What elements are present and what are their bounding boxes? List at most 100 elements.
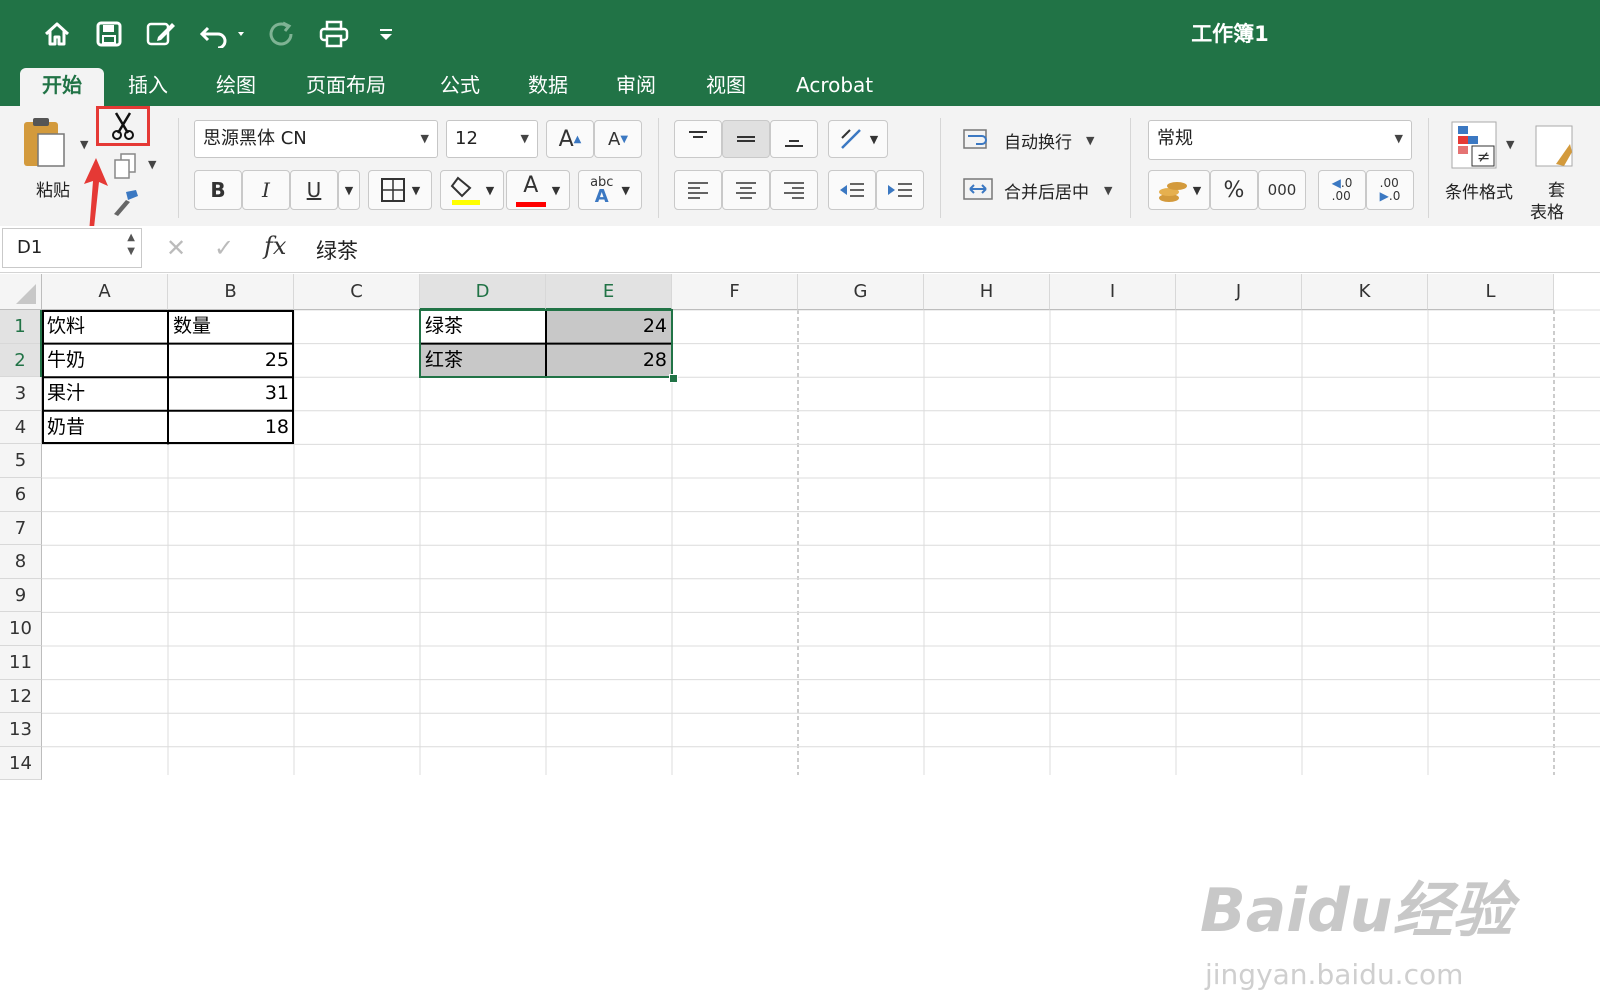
separator — [178, 118, 179, 218]
accounting-format-button[interactable]: ▼ — [1148, 170, 1210, 210]
number-format-select[interactable]: 常规 ▼ — [1148, 120, 1412, 160]
align-top-button[interactable] — [674, 120, 722, 158]
tab-data[interactable]: 数据 — [526, 68, 570, 106]
increase-indent-button[interactable] — [876, 170, 924, 210]
decrease-indent-button[interactable] — [828, 170, 876, 210]
tab-review[interactable]: 审阅 — [614, 68, 658, 106]
wrap-text-dropdown-icon[interactable]: ▼ — [1086, 134, 1094, 147]
wrap-text-button[interactable]: 自动换行 — [1004, 128, 1072, 153]
orientation-button[interactable]: ▼ — [828, 120, 888, 158]
format-as-table-icon[interactable] — [1534, 124, 1574, 168]
undo-icon[interactable] — [196, 14, 252, 54]
conditional-format-button[interactable]: 条件格式 — [1445, 178, 1513, 203]
paste-label: 粘贴 — [36, 181, 70, 201]
font-size-select[interactable]: 12 ▼ — [446, 120, 538, 158]
home-icon[interactable] — [40, 14, 74, 54]
align-center-button[interactable] — [722, 170, 770, 210]
increase-font-button[interactable]: A ▲ — [546, 120, 594, 158]
watermark-logo: Baidu经验 — [1200, 876, 1513, 946]
align-left-button[interactable] — [674, 170, 722, 210]
cell-b4[interactable]: 18 — [168, 411, 294, 445]
name-box-stepper-icon[interactable]: ▲ ▼ — [127, 231, 135, 259]
chevron-down-icon: ▼ — [420, 132, 429, 145]
ribbon-home: ▼ 粘贴 ▼ 思源黑体 CN ▼ 12 ▼ A ▲ A ▼ B I U ▼ ▼ ▼ A … — [0, 106, 1600, 246]
italic-button[interactable]: I — [242, 170, 290, 210]
increase-decimal-button[interactable]: ◀.0 .00 — [1318, 170, 1366, 210]
tab-view[interactable]: 视图 — [704, 68, 748, 106]
cell-b3[interactable]: 31 — [168, 377, 294, 411]
tab-draw[interactable]: 绘图 — [214, 68, 258, 106]
decrease-decimal-top: .00 — [1379, 176, 1399, 190]
name-box[interactable]: D1 ▲ ▼ — [2, 228, 142, 268]
left-arrow-icon: ◀ — [1331, 176, 1341, 190]
cell-a1[interactable]: 饮料 — [42, 310, 168, 344]
wrap-text-icon[interactable] — [962, 126, 998, 154]
increase-indent-icon — [888, 183, 912, 197]
decrease-font-button[interactable]: A ▼ — [594, 120, 642, 158]
cell-a3[interactable]: 果汁 — [42, 377, 168, 411]
underline-dropdown-icon[interactable]: ▼ — [338, 170, 360, 210]
redo-icon — [264, 14, 298, 54]
tab-formulas[interactable]: 公式 — [438, 68, 482, 106]
tab-home[interactable]: 开始 — [20, 68, 104, 106]
cancel-icon[interactable]: ✕ — [166, 234, 186, 262]
cell-b2[interactable]: 25 — [168, 344, 294, 378]
format-painter-icon[interactable] — [108, 188, 140, 218]
cell-a2[interactable]: 牛奶 — [42, 344, 168, 378]
merge-center-button[interactable]: 合并后居中 — [1004, 178, 1089, 203]
merge-center-dropdown-icon[interactable]: ▼ — [1104, 184, 1112, 197]
underline-button[interactable]: U — [290, 170, 338, 210]
formula-input[interactable]: 绿茶 — [316, 235, 358, 265]
conditional-format-dropdown-icon[interactable]: ▼ — [1506, 138, 1514, 151]
increase-decimal-top: .0 — [1340, 176, 1353, 190]
copy-dropdown-icon[interactable]: ▼ — [148, 158, 156, 171]
cut-button[interactable] — [96, 106, 150, 146]
orientation-icon — [840, 129, 861, 149]
enter-icon[interactable]: ✓ — [214, 234, 234, 262]
increase-font-glyph: A — [558, 126, 574, 152]
font-color-glyph: A — [523, 173, 539, 198]
tab-page-layout[interactable]: 页面布局 — [304, 68, 388, 106]
font-color-button[interactable]: A ▼ — [506, 170, 570, 210]
paste-dropdown-icon[interactable]: ▼ — [80, 138, 88, 151]
cell-a4[interactable]: 奶昔 — [42, 411, 168, 445]
bold-button[interactable]: B — [194, 170, 242, 210]
spreadsheet-grid: A B C D E F G H I J K L 1 2 3 4 5 6 7 8 9 10 11 12 13 14 饮料 数量 牛奶 25 果… — [0, 272, 1600, 991]
paste-icon[interactable] — [22, 116, 68, 172]
align-middle-icon — [737, 136, 755, 142]
tab-acrobat[interactable]: Acrobat — [794, 68, 875, 106]
down-triangle-icon: ▼ — [620, 133, 629, 145]
chevron-down-icon: ▼ — [1394, 132, 1403, 145]
increase-decimal-bottom: .00 — [1331, 189, 1351, 203]
customize-toolbar-icon[interactable] — [372, 14, 400, 54]
workbook-title: 工作簿1 — [1191, 22, 1269, 46]
print-icon[interactable] — [316, 14, 352, 54]
svg-text:≠: ≠ — [1477, 147, 1490, 166]
copy-icon[interactable] — [112, 152, 138, 180]
borders-icon — [380, 178, 405, 202]
up-triangle-icon: ▲ — [573, 133, 582, 145]
text-effects-button[interactable]: abc A ▼ — [578, 170, 642, 210]
cell-b1[interactable]: 数量 — [168, 310, 294, 344]
fill-color-button[interactable]: ▼ — [440, 170, 504, 210]
edit-icon[interactable] — [142, 14, 180, 54]
format-as-table-label-bottom[interactable]: 表格 — [1530, 198, 1564, 223]
conditional-format-icon[interactable]: ≠ — [1450, 120, 1498, 170]
save-icon[interactable] — [92, 14, 126, 54]
chevron-down-icon: ▼ — [520, 132, 529, 145]
merge-center-icon[interactable] — [962, 176, 998, 204]
align-middle-button[interactable] — [722, 120, 770, 158]
align-bottom-button[interactable] — [770, 120, 818, 158]
right-arrow-icon: ▶ — [1379, 189, 1389, 203]
fill-handle[interactable] — [669, 374, 678, 384]
font-name-select[interactable]: 思源黑体 CN ▼ — [194, 120, 438, 158]
tab-insert[interactable]: 插入 — [126, 68, 170, 106]
paint-bucket-icon — [450, 176, 480, 205]
decrease-decimal-bottom: .0 — [1388, 189, 1401, 203]
align-right-button[interactable] — [770, 170, 818, 210]
decrease-decimal-button[interactable]: .00 ▶.0 — [1366, 170, 1414, 210]
borders-button[interactable]: ▼ — [368, 170, 432, 210]
thousands-button[interactable]: 000 — [1258, 170, 1306, 210]
insert-function-button[interactable]: fx — [264, 232, 286, 260]
percent-button[interactable]: % — [1210, 170, 1258, 210]
